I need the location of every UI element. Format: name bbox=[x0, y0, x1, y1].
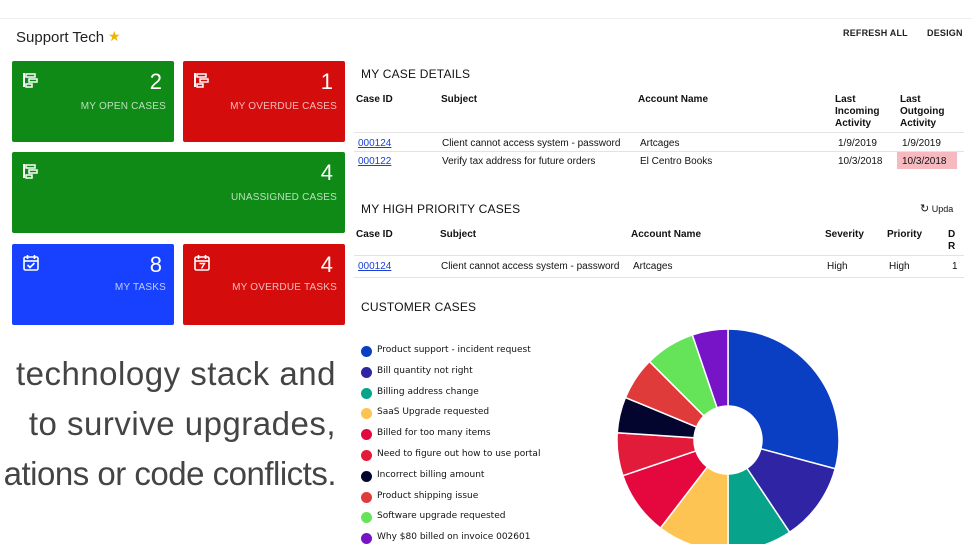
legend-swatch bbox=[361, 533, 372, 544]
case-last-incoming: 10/3/2018 bbox=[838, 156, 883, 167]
design-button[interactable]: DESIGN bbox=[927, 28, 963, 38]
donut-slice[interactable] bbox=[648, 333, 719, 418]
dashboard-title: Support Tech bbox=[16, 29, 105, 46]
legend-swatch bbox=[361, 512, 372, 524]
legend-swatch bbox=[361, 366, 372, 378]
legend-swatch bbox=[361, 387, 372, 399]
legend-swatch bbox=[361, 408, 372, 420]
legend-label: Need to figure out how to use portal bbox=[377, 449, 541, 459]
table-divider bbox=[354, 132, 964, 133]
donut-slice[interactable] bbox=[616, 396, 698, 439]
tile-my-overdue-tasks[interactable]: 4 MY OVERDUE TASKS bbox=[183, 244, 345, 325]
case-priority: High bbox=[889, 261, 910, 272]
case-subject: Client cannot access system - password bbox=[441, 261, 620, 272]
legend-label: Bill quantity not right bbox=[377, 365, 473, 376]
tile-label: UNASSIGNED CASES bbox=[230, 192, 337, 203]
table-divider bbox=[354, 277, 964, 278]
legend-swatch bbox=[361, 491, 372, 503]
tile-count: 2 bbox=[149, 69, 162, 94]
my-case-details-title: MY CASE DETAILS bbox=[361, 67, 471, 81]
case-account: Artcages bbox=[640, 138, 680, 149]
tile-count: 4 bbox=[320, 160, 333, 185]
tile-count: 8 bbox=[149, 252, 162, 277]
case-account: Artcages bbox=[633, 261, 673, 272]
donut-slice[interactable] bbox=[745, 447, 837, 534]
legend-swatch bbox=[361, 429, 372, 441]
col-account-name[interactable]: Account Name bbox=[631, 229, 701, 241]
donut-slice[interactable] bbox=[727, 328, 840, 470]
legend-label: Billing address change bbox=[377, 386, 479, 397]
legend-label: Software upgrade requested bbox=[377, 511, 506, 522]
col-priority[interactable]: Priority bbox=[887, 229, 922, 241]
legend-label: Billed for too many items bbox=[377, 428, 491, 439]
tile-label: MY TASKS bbox=[114, 282, 166, 293]
case-last-incoming: 1/9/2019 bbox=[838, 138, 877, 149]
case-last-outgoing: 10/3/2018 bbox=[902, 156, 947, 167]
donut-slice[interactable] bbox=[616, 431, 697, 477]
favorite-star-icon[interactable]: ★ bbox=[108, 28, 121, 45]
overlay-text-line: to survive upgrades, bbox=[28, 405, 336, 442]
overlay-text-line: technology stack and bbox=[15, 355, 336, 392]
tile-count: 4 bbox=[320, 252, 333, 277]
legend-swatch bbox=[361, 470, 372, 482]
case-account: El Centro Books bbox=[640, 156, 713, 167]
col-subject[interactable]: Subject bbox=[441, 94, 477, 106]
case-list-icon bbox=[194, 73, 209, 88]
donut-slice[interactable] bbox=[621, 449, 709, 530]
tile-label: MY OVERDUE TASKS bbox=[232, 282, 337, 293]
case-extra: 1 bbox=[952, 261, 958, 272]
case-id-link[interactable]: 000122 bbox=[358, 156, 391, 167]
calendar-check-icon bbox=[23, 255, 39, 271]
legend-label: Product shipping issue bbox=[377, 490, 479, 501]
donut-slice[interactable] bbox=[659, 465, 729, 544]
overlay-text-line: ations or code conflicts. bbox=[3, 455, 337, 492]
table-divider bbox=[354, 255, 964, 256]
case-subject: Client cannot access system - password bbox=[442, 138, 621, 149]
case-severity: High bbox=[827, 261, 848, 272]
update-label: Upda bbox=[931, 204, 954, 214]
tile-unassigned-cases[interactable]: 4 UNASSIGNED CASES bbox=[12, 152, 345, 233]
case-id-link[interactable]: 000124 bbox=[358, 138, 391, 149]
case-id-link[interactable]: 000124 bbox=[358, 261, 391, 272]
dashboard-header: Support Tech ★ REFRESH ALL DESIGN bbox=[0, 18, 972, 54]
tile-label: MY OVERDUE CASES bbox=[230, 101, 337, 112]
legend-swatch bbox=[361, 450, 372, 461]
tile-my-open-cases[interactable]: 2 MY OPEN CASES bbox=[12, 61, 174, 142]
col-truncated[interactable]: D R bbox=[948, 229, 962, 253]
legend-label: Product support - incident request bbox=[377, 345, 531, 355]
case-subject: Verify tax address for future orders bbox=[442, 156, 596, 167]
case-list-icon bbox=[23, 73, 38, 88]
legend-swatch bbox=[361, 346, 372, 357]
tile-count: 1 bbox=[320, 69, 333, 94]
customer-cases-title: CUSTOMER CASES bbox=[361, 300, 477, 314]
update-button[interactable]: ↻ Upda bbox=[920, 202, 953, 215]
col-case-id[interactable]: Case ID bbox=[356, 229, 393, 241]
calendar-7-icon bbox=[194, 255, 210, 271]
refresh-all-button[interactable]: REFRESH ALL bbox=[843, 28, 908, 38]
col-subject[interactable]: Subject bbox=[440, 229, 476, 241]
refresh-icon: ↻ bbox=[920, 203, 930, 215]
col-severity[interactable]: Severity bbox=[825, 229, 864, 241]
col-case-id[interactable]: Case ID bbox=[356, 94, 393, 106]
donut-slice[interactable] bbox=[691, 328, 729, 409]
case-last-outgoing: 1/9/2019 bbox=[902, 138, 941, 149]
tile-label: MY OPEN CASES bbox=[80, 101, 166, 112]
tile-my-tasks[interactable]: 8 MY TASKS bbox=[12, 244, 174, 325]
donut-slice[interactable] bbox=[727, 467, 791, 544]
col-last-outgoing[interactable]: Last Outgoing Activity bbox=[900, 94, 956, 130]
case-list-icon bbox=[23, 164, 38, 179]
legend-label: SaaS Upgrade requested bbox=[377, 407, 490, 418]
col-last-incoming[interactable]: Last Incoming Activity bbox=[835, 94, 891, 130]
high-priority-title: MY HIGH PRIORITY CASES bbox=[361, 202, 521, 216]
tile-my-overdue-cases[interactable]: 1 MY OVERDUE CASES bbox=[183, 61, 345, 142]
legend-label: Why $80 billed on invoice 002601 bbox=[377, 532, 531, 543]
col-account-name[interactable]: Account Name bbox=[638, 94, 708, 106]
legend-label: Incorrect billing amount bbox=[377, 469, 485, 480]
donut-slice[interactable] bbox=[624, 360, 706, 428]
table-divider bbox=[354, 151, 964, 152]
